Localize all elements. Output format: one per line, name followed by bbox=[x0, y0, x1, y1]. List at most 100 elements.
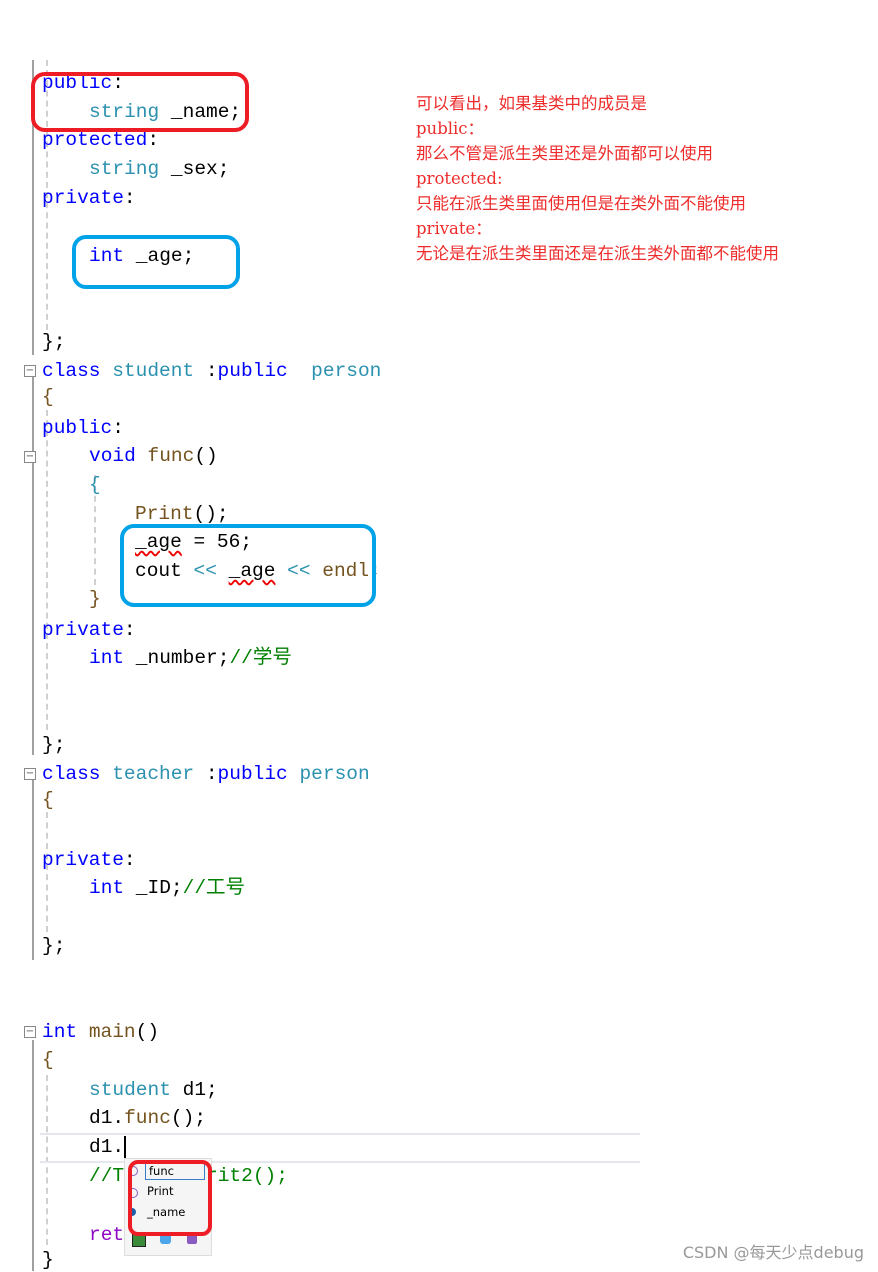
code-token: : bbox=[123, 849, 136, 871]
fold-toggle-icon[interactable]: − bbox=[24, 768, 36, 780]
code-token: public bbox=[217, 763, 288, 785]
code-line: }; bbox=[42, 733, 65, 757]
annotation-line: public： bbox=[416, 119, 485, 138]
code-token: () bbox=[135, 1021, 160, 1043]
code-line: { bbox=[42, 788, 54, 812]
code-line: class teacher :public person bbox=[42, 762, 370, 786]
code-token: }; bbox=[42, 734, 66, 756]
code-line: class student :public person bbox=[42, 359, 381, 383]
red-highlight-box bbox=[31, 72, 249, 132]
code-line: Print(); bbox=[135, 502, 229, 526]
code-token: }; bbox=[42, 935, 66, 957]
code-line: student d1; bbox=[89, 1078, 218, 1102]
code-token: void bbox=[89, 445, 136, 467]
code-token: Print bbox=[135, 503, 194, 525]
code-token: }; bbox=[42, 331, 66, 353]
code-line: void func() bbox=[89, 444, 218, 468]
annotation-line: protected: bbox=[416, 169, 503, 188]
code-token: string bbox=[89, 158, 160, 180]
indent-guide bbox=[46, 410, 48, 730]
code-line: d1. bbox=[89, 1135, 124, 1159]
code-line: private: bbox=[42, 186, 136, 210]
code-line: d1.func(); bbox=[89, 1106, 206, 1130]
code-token: (); bbox=[193, 503, 229, 525]
code-token: { bbox=[89, 474, 101, 496]
code-token: (); bbox=[170, 1107, 207, 1129]
code-token: person bbox=[299, 763, 370, 785]
code-line: { bbox=[42, 1048, 54, 1072]
code-token: _sex; bbox=[159, 158, 230, 180]
code-token: : bbox=[123, 619, 136, 641]
code-line: } bbox=[42, 1248, 54, 1272]
blue-highlight-box bbox=[72, 235, 240, 289]
code-token: student bbox=[89, 1079, 171, 1101]
code-token: public bbox=[217, 360, 288, 382]
code-token: d1. bbox=[89, 1107, 125, 1129]
annotation-line: 无论是在派生类里面还是在派生类外面都不能使用 bbox=[416, 244, 779, 263]
watermark: CSDN @每天少点debug bbox=[682, 1243, 864, 1262]
code-token: protected bbox=[42, 129, 148, 151]
code-token: _number; bbox=[124, 647, 230, 669]
code-token: d1; bbox=[170, 1079, 218, 1101]
fold-toggle-icon[interactable]: − bbox=[24, 1026, 36, 1038]
code-line: { bbox=[89, 473, 101, 497]
code-gutter-bar bbox=[32, 615, 34, 755]
code-gutter-bar bbox=[32, 778, 34, 960]
code-token: person bbox=[311, 360, 382, 382]
code-comment: //学号 bbox=[229, 647, 292, 669]
code-gutter-bar bbox=[32, 1040, 34, 1271]
blue-highlight-box bbox=[120, 524, 376, 607]
code-token: student bbox=[112, 360, 195, 382]
code-token: : bbox=[147, 129, 160, 151]
code-line: private: bbox=[42, 848, 136, 872]
text-cursor bbox=[124, 1136, 126, 1160]
code-token: private bbox=[42, 619, 124, 641]
code-token: _ID; bbox=[124, 877, 183, 899]
annotation-line: 可以看出，如果基类中的成员是 bbox=[416, 94, 647, 113]
fold-toggle-icon[interactable]: − bbox=[24, 451, 36, 463]
code-line: }; bbox=[42, 330, 65, 354]
code-token: d1. bbox=[89, 1136, 125, 1158]
code-token: : bbox=[112, 417, 124, 439]
code-token: private bbox=[42, 187, 124, 209]
code-comment: //工号 bbox=[182, 877, 246, 899]
annotation-line: 只能在派生类里面使用但是在类外面不能使用 bbox=[416, 194, 746, 213]
code-token: ret bbox=[89, 1224, 125, 1246]
code-token: } bbox=[89, 588, 101, 610]
code-line: } bbox=[89, 587, 101, 611]
annotation-line: 那么不管是派生类里还是外面都可以使用 bbox=[416, 144, 713, 163]
code-token: private bbox=[42, 849, 124, 871]
code-token: { bbox=[42, 1049, 54, 1071]
code-line: { bbox=[42, 385, 54, 409]
code-token: func bbox=[124, 1107, 171, 1129]
code-line: int main() bbox=[42, 1020, 159, 1044]
code-token: int bbox=[89, 877, 125, 899]
code-gutter-bar bbox=[32, 375, 34, 615]
indent-guide bbox=[46, 812, 48, 932]
code-token: : bbox=[123, 187, 136, 209]
code-line: private: bbox=[42, 618, 136, 642]
code-line: string _sex; bbox=[89, 157, 229, 181]
code-token: teacher bbox=[112, 763, 195, 785]
annotation-line: private： bbox=[416, 219, 492, 238]
code-token: : bbox=[194, 360, 218, 382]
code-line: public: bbox=[42, 416, 124, 440]
code-token: int bbox=[89, 647, 125, 669]
code-token: func bbox=[147, 445, 195, 467]
code-line: int _number;//学号 bbox=[89, 646, 292, 670]
fold-toggle-icon[interactable]: − bbox=[24, 365, 36, 377]
code-line: int _ID;//工号 bbox=[89, 876, 245, 900]
code-line: ret bbox=[89, 1223, 124, 1247]
code-token: { bbox=[42, 789, 54, 811]
code-token: () bbox=[194, 445, 218, 467]
red-highlight-box bbox=[128, 1160, 212, 1236]
code-token: { bbox=[42, 386, 54, 408]
code-token: class bbox=[42, 763, 101, 785]
code-token: main bbox=[88, 1021, 136, 1043]
code-token: public bbox=[42, 417, 113, 439]
